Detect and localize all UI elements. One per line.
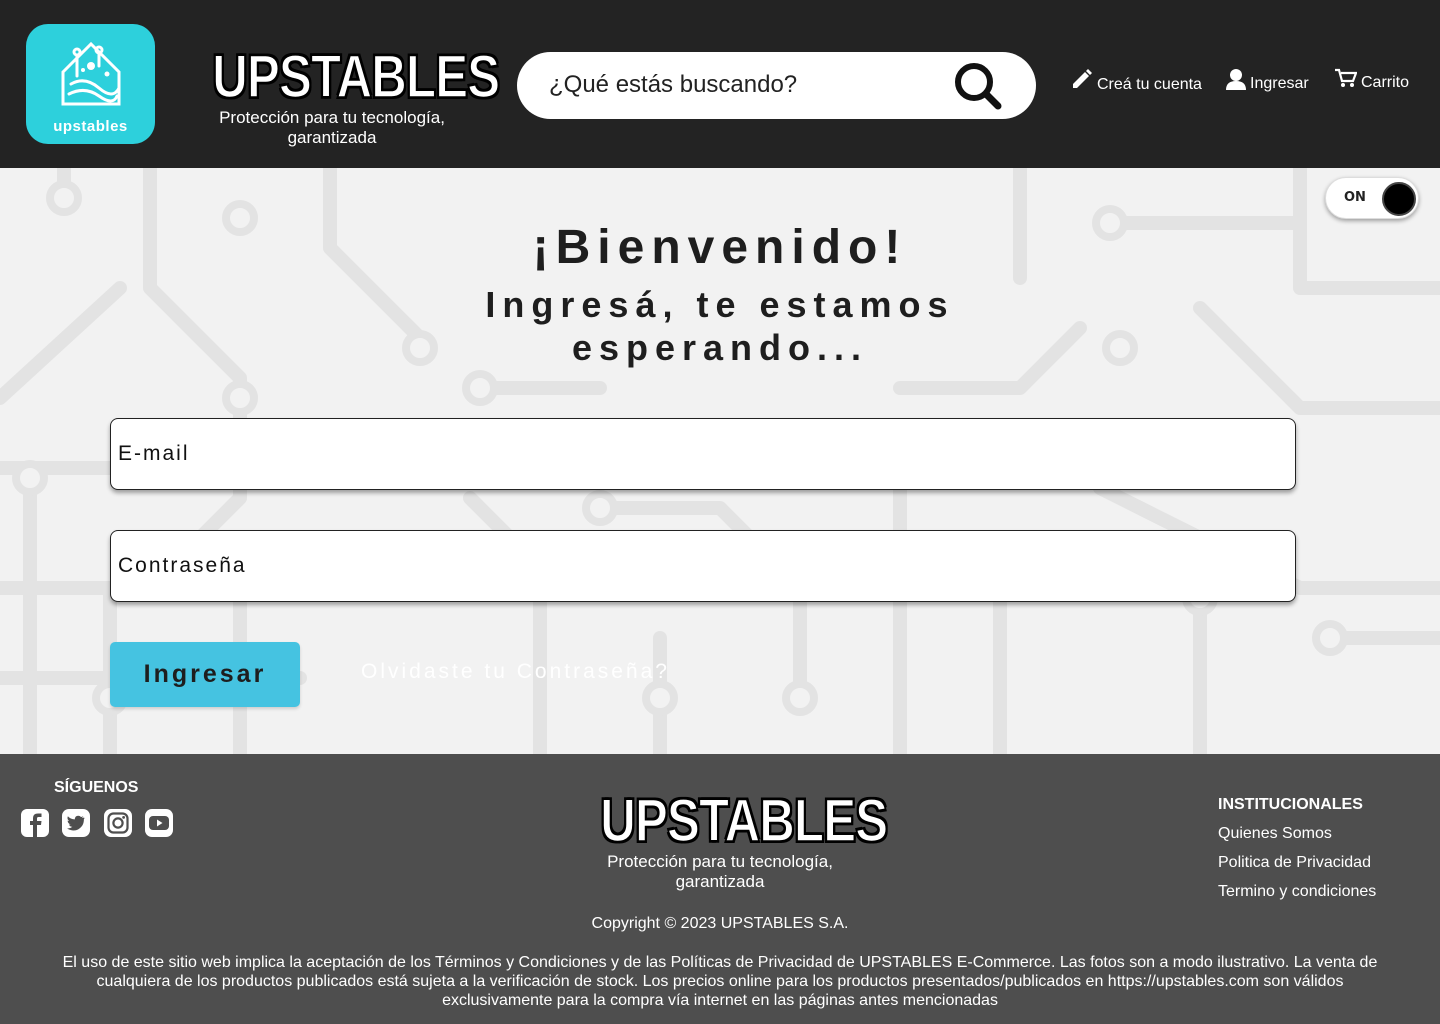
site-footer: SÍGUENOS UPSTABLES Protección para tu te… (0, 754, 1440, 1024)
search-bar (517, 52, 1036, 119)
login-link[interactable]: Ingresar (1226, 68, 1309, 93)
brand-block: UPSTABLES Protección para tu tecnología,… (186, 43, 501, 148)
cart-icon (1335, 68, 1357, 87)
site-logo[interactable]: upstables (26, 24, 155, 144)
about-us-link[interactable]: Quienes Somos (1218, 825, 1332, 843)
email-field (110, 418, 1296, 490)
password-field (110, 530, 1296, 602)
instagram-icon[interactable] (103, 808, 133, 838)
login-label: Ingresar (1250, 75, 1309, 92)
create-account-label: Creá tu cuenta (1097, 76, 1202, 93)
create-account-link[interactable]: Creá tu cuenta (1071, 68, 1202, 94)
copyright-text: Copyright © 2023 UPSTABLES S.A. (591, 915, 849, 932)
brand-tagline: Protección para tu tecnología, garantiza… (219, 108, 445, 147)
footer-brand-name: UPSTABLES (600, 787, 889, 854)
legal-notice: El uso de este sitio web implica la acep… (62, 954, 1378, 1009)
brand-name: UPSTABLES (212, 43, 501, 110)
twitter-icon[interactable] (61, 808, 91, 838)
cart-label: Carrito (1361, 74, 1410, 91)
pencil-icon (1073, 69, 1092, 88)
email-input[interactable] (111, 419, 1295, 489)
welcome-subtitle: Ingresá, te estamos esperando... (485, 284, 955, 368)
logo-wordmark: upstables (53, 118, 128, 135)
facebook-icon[interactable] (20, 808, 50, 838)
circuit-house-logo-icon (61, 41, 121, 106)
site-header: upstables UPSTABLES Protección para tu t… (0, 0, 1440, 168)
follow-us-title: SÍGUENOS (54, 779, 139, 796)
toggle-state-label: ON (1344, 190, 1366, 205)
user-icon (1226, 69, 1246, 90)
youtube-icon[interactable] (144, 808, 174, 838)
theme-toggle[interactable]: ON (1325, 177, 1419, 219)
login-submit-button[interactable]: Ingresar (110, 642, 300, 707)
welcome-heading: ¡Bienvenido! (532, 221, 908, 274)
privacy-policy-link[interactable]: Politica de Privacidad (1218, 854, 1371, 872)
footer-brand-block: UPSTABLES Protección para tu tecnología,… (574, 787, 889, 892)
terms-link[interactable]: Termino y condiciones (1218, 883, 1376, 901)
search-input[interactable] (549, 64, 949, 106)
cart-link[interactable]: Carrito (1335, 68, 1409, 92)
toggle-knob (1382, 182, 1416, 216)
forgot-password-link[interactable]: Olvidaste tu Contraseña? (361, 660, 670, 684)
password-input[interactable] (111, 531, 1295, 601)
footer-brand-tagline: Protección para tu tecnología, garantiza… (607, 852, 833, 891)
search-icon[interactable] (952, 60, 1004, 112)
institutional-title: INSTITUCIONALES (1218, 796, 1363, 813)
